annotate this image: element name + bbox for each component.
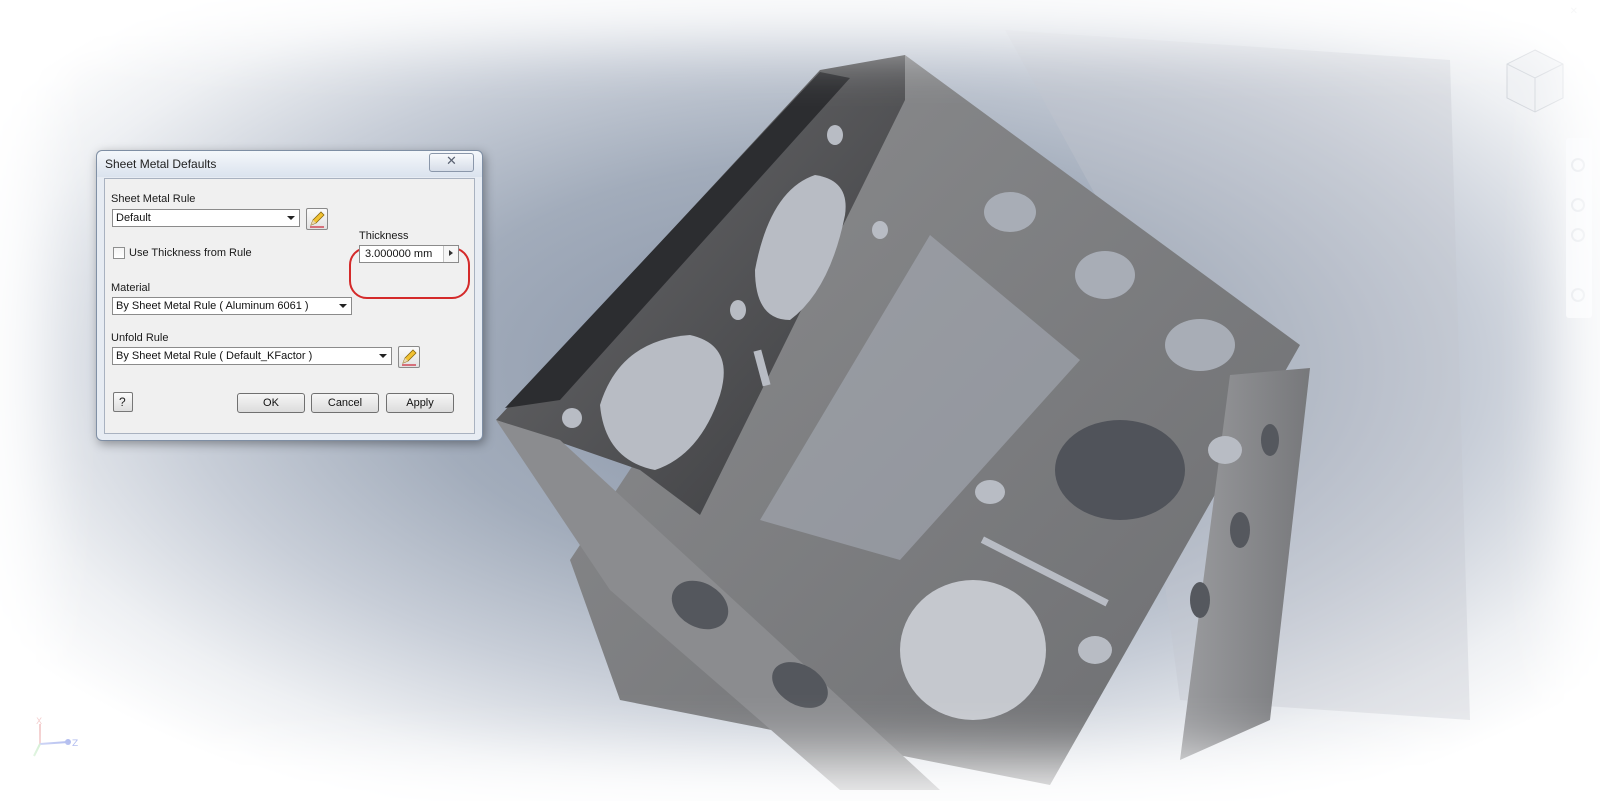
thickness-value: 3.000000 mm xyxy=(365,248,433,260)
pencil-icon xyxy=(402,349,417,366)
chevron-down-icon[interactable] xyxy=(375,349,390,363)
thickness-label: Thickness xyxy=(359,230,409,242)
sheet-metal-rule-select[interactable]: Default xyxy=(112,209,300,227)
zoom-icon[interactable] xyxy=(1571,228,1585,242)
viewcube-icon[interactable] xyxy=(1505,48,1565,122)
dialog-client-area: Sheet Metal Rule Default Use Thickness f… xyxy=(104,178,475,434)
use-thickness-from-rule-label: Use Thickness from Rule xyxy=(129,247,252,259)
unfold-rule-select[interactable]: By Sheet Metal Rule ( Default_KFactor ) xyxy=(112,347,392,365)
ok-button[interactable]: OK xyxy=(237,393,305,413)
unfold-rule-value: By Sheet Metal Rule ( Default_KFactor ) xyxy=(116,350,313,362)
window-close-glyph[interactable]: ✕ xyxy=(1570,6,1578,17)
steering-wheel-icon[interactable] xyxy=(1571,158,1585,172)
close-button[interactable]: ✕ xyxy=(429,153,474,172)
thickness-arrow-button[interactable] xyxy=(443,246,458,262)
pan-icon[interactable] xyxy=(1571,198,1585,212)
dialog-titlebar[interactable]: Sheet Metal Defaults ✕ xyxy=(97,151,482,177)
edit-sheet-metal-rule-button[interactable] xyxy=(306,208,328,230)
graphics-viewport[interactable]: ✕ X Z Sheet Metal Defaults ✕ Sheet Metal… xyxy=(0,0,1600,801)
xyz-triad-icon: X Z xyxy=(28,716,88,770)
unfold-rule-label: Unfold Rule xyxy=(111,332,169,344)
apply-button[interactable]: Apply xyxy=(386,393,454,413)
dialog-title: Sheet Metal Defaults xyxy=(105,157,217,171)
sheet-metal-defaults-dialog: Sheet Metal Defaults ✕ Sheet Metal Rule … xyxy=(96,150,483,441)
material-select[interactable]: By Sheet Metal Rule ( Aluminum 6061 ) xyxy=(112,297,352,315)
cancel-button[interactable]: Cancel xyxy=(311,393,379,413)
material-label: Material xyxy=(111,282,151,294)
navigation-bar[interactable] xyxy=(1566,138,1592,318)
edit-unfold-rule-button[interactable] xyxy=(398,346,420,368)
orbit-icon[interactable] xyxy=(1571,288,1585,302)
use-thickness-from-rule-checkbox[interactable] xyxy=(113,247,125,259)
sheet-metal-rule-value: Default xyxy=(116,212,151,224)
help-button[interactable]: ? xyxy=(113,392,133,412)
sheet-metal-rule-label: Sheet Metal Rule xyxy=(111,193,196,205)
triad-x-label: X xyxy=(36,717,42,727)
triad-z-label: Z xyxy=(72,739,78,749)
thickness-input[interactable]: 3.000000 mm xyxy=(359,245,459,263)
close-icon: ✕ xyxy=(446,154,457,169)
help-icon: ? xyxy=(119,395,126,409)
chevron-down-icon[interactable] xyxy=(283,211,298,225)
material-value: By Sheet Metal Rule ( Aluminum 6061 ) xyxy=(116,300,309,312)
chevron-down-icon[interactable] xyxy=(335,299,350,313)
pencil-icon xyxy=(310,211,325,228)
